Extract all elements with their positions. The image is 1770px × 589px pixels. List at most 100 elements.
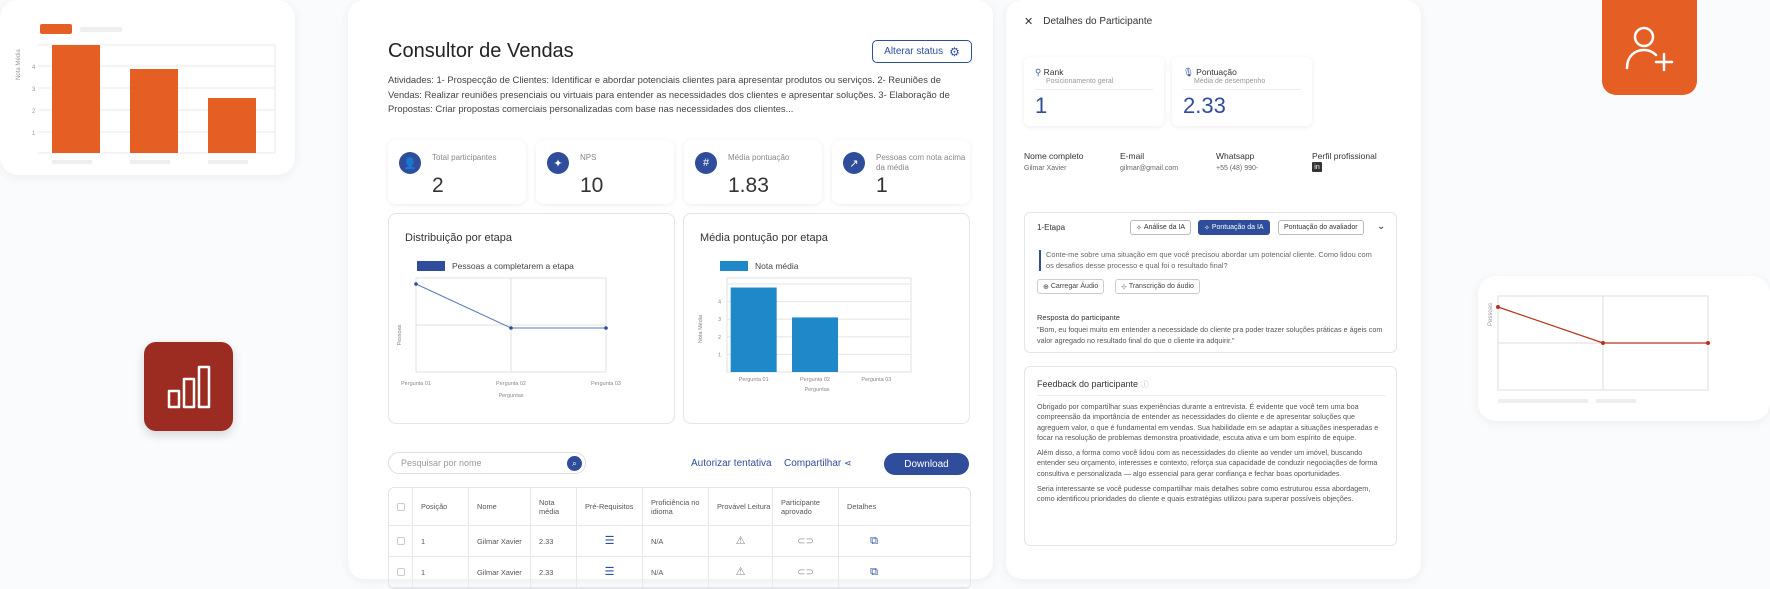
bar-chart-icon-tile	[144, 342, 233, 431]
bar-chart: 1 2 3 4 Pergunta 01 Pergunta 02 Pergunta 03 Per…	[698, 277, 912, 393]
col-header: Posição	[413, 488, 469, 525]
table-row[interactable]: 1 Gilmar Xavier 2.33 ☰ N/A ⚠ ⊂⊃ ⧉	[389, 557, 970, 588]
hash-icon: #	[695, 152, 717, 174]
line-chart: Pergunta 01 Pergunta 02 Pergunta 03 Pergunt…	[397, 277, 621, 399]
deco-tick: 1	[32, 131, 36, 137]
answer-title: Resposta do participante	[1037, 313, 1120, 322]
chart-title: Média pontução por etapa	[700, 232, 828, 244]
deco-bar-2	[130, 69, 178, 153]
status-button-label: Alterar status	[884, 46, 944, 57]
data-point	[604, 326, 608, 330]
average-score-chart-card: Média pontução por etapa Nota média 1 2 3 4…	[683, 213, 970, 424]
legend-swatch	[417, 261, 445, 271]
decorative-line-chart	[1496, 295, 1710, 403]
col-header: Pré-Requisitos	[577, 488, 643, 525]
warning-icon: ⚠	[709, 557, 773, 587]
stat-value: 1	[876, 174, 888, 197]
toggle-icon[interactable]: ⊂⊃	[773, 557, 839, 587]
y-tick-label: 3	[718, 317, 721, 323]
share-label: Compartilhar	[784, 458, 842, 469]
info-label-profile: Perfil profissional	[1312, 151, 1377, 161]
rank-card: ⚲ Rank Posicionamento geral 1	[1024, 57, 1164, 126]
row-checkbox[interactable]	[397, 537, 405, 545]
info-value-whatsapp: +55 (48) 990-	[1216, 165, 1259, 172]
bar	[792, 317, 838, 372]
sparkle-icon: ✧	[1204, 224, 1212, 232]
stat-value: 2	[432, 174, 444, 197]
list-icon[interactable]: ☰	[577, 526, 643, 556]
details-header: Detalhes do Participante	[1043, 16, 1153, 27]
external-link-icon[interactable]: ⧉	[839, 526, 909, 556]
tab-ai-score[interactable]: ✧ Pontuação da IA	[1198, 220, 1270, 235]
legend-swatch	[720, 261, 748, 271]
participants-table: Posição Nome Nota média Pré-Requisitos P…	[388, 487, 971, 589]
tab-evaluator-score[interactable]: Pontuação do avaliador	[1278, 220, 1364, 235]
deco-y-label: Nota Média	[16, 49, 22, 80]
stat-value: 1.83	[728, 174, 769, 197]
x-tick-label: Pergunta 03	[861, 377, 891, 383]
info-value-name: Gilmar Xavier	[1024, 165, 1067, 172]
stat-label: NPS	[580, 153, 597, 162]
bar	[730, 287, 777, 372]
close-icon[interactable]: ✕	[1024, 15, 1033, 28]
change-status-button[interactable]: Alterar status ⚙	[872, 40, 972, 63]
score-sub: Média de desempenho	[1194, 78, 1266, 85]
linkedin-icon[interactable]: in	[1312, 162, 1322, 172]
search-input[interactable]: Pesquisar por nome ⌕	[388, 452, 586, 474]
col-header: Provável Leitura	[709, 488, 773, 525]
cell-name: Gilmar Xavier	[469, 526, 531, 556]
x-tick-label: Pergunta 02	[800, 377, 830, 383]
warning-icon: ⚠	[709, 526, 773, 556]
deco-tick: 2	[32, 109, 36, 115]
x-axis-label: Perguntas	[498, 393, 523, 399]
legend-swatch	[40, 24, 72, 34]
col-header: Nome	[469, 488, 531, 525]
data-point	[414, 282, 418, 286]
legend-label: Nota média	[755, 261, 799, 271]
cell-proficiency: N/A	[643, 557, 709, 587]
share-link[interactable]: Compartilhar ⋖	[784, 458, 852, 469]
cell-position: 1	[413, 557, 469, 587]
decorative-bar-chart: 1 2 3 4	[32, 44, 276, 164]
stat-card-total-participants: 👤 Total participantes 2	[388, 140, 526, 204]
x-tick-label: Pergunta 01	[739, 377, 769, 383]
cell-score: 2.33	[531, 557, 577, 587]
y-tick-label: 4	[718, 300, 721, 306]
info-icon: ⓘ	[1140, 380, 1149, 389]
stat-card-average-score: # Média pontuação 1.83	[684, 140, 822, 204]
table-row[interactable]: 1 Gilmar Xavier 2.33 ☰ N/A ⚠ ⊂⊃ ⧉	[389, 526, 970, 557]
info-label-name: Nome completo	[1024, 151, 1084, 161]
tab-label: Pontuação da IA	[1211, 224, 1264, 231]
upload-audio-button[interactable]: ⊕ Carregar Áudio	[1037, 279, 1105, 294]
toggle-icon[interactable]: ⊂⊃	[773, 526, 839, 556]
question-text: Conte-me sobre uma situação em que você …	[1039, 250, 1379, 271]
page-title: Consultor de Vendas	[388, 40, 574, 62]
rank-sub: Posicionamento geral	[1046, 78, 1114, 85]
chevron-down-icon[interactable]: ⌄	[1377, 221, 1385, 232]
external-link-icon[interactable]: ⧉	[839, 557, 909, 587]
select-all-checkbox[interactable]	[397, 502, 405, 511]
cell-position: 1	[413, 526, 469, 556]
stat-card-nps: ✦ NPS 10	[536, 140, 674, 204]
transcription-icon: ⊹	[1121, 283, 1129, 291]
chart-title: Distribuição por etapa	[405, 232, 513, 244]
transcription-button[interactable]: ⊹ Transcrição do áudio	[1115, 279, 1200, 294]
list-icon[interactable]: ☰	[577, 557, 643, 587]
decorative-bar-chart-card: Nota Média 1 2 3 4	[0, 0, 295, 175]
x-axis-label: Perguntas	[804, 387, 829, 393]
stage-card: 1-Etapa ✧ Análise da IA ✧ Pontuação da I…	[1024, 212, 1397, 353]
stat-label: Pessoas com nota acima da média	[876, 153, 966, 172]
row-checkbox[interactable]	[397, 568, 405, 576]
rank-value: 1	[1035, 93, 1048, 118]
job-dashboard-panel: Consultor de Vendas Alterar status ⚙ Ati…	[348, 0, 993, 589]
y-tick-label: 2	[718, 335, 721, 341]
search-icon[interactable]: ⌕	[567, 456, 582, 471]
upload-audio-label: Carregar Áudio	[1050, 283, 1099, 290]
download-button[interactable]: Download	[884, 453, 969, 475]
score-value: 2.33	[1183, 93, 1226, 118]
authorize-attempt-link[interactable]: Autorizar tentativa	[691, 458, 772, 469]
tab-ai-analysis[interactable]: ✧ Análise da IA	[1130, 220, 1192, 235]
info-value-email: gilmar@gmail.com	[1120, 165, 1179, 172]
score-card: 🎙 Pontuação Média de desempenho 2.33	[1172, 57, 1312, 126]
user-plus-icon	[1625, 26, 1673, 71]
